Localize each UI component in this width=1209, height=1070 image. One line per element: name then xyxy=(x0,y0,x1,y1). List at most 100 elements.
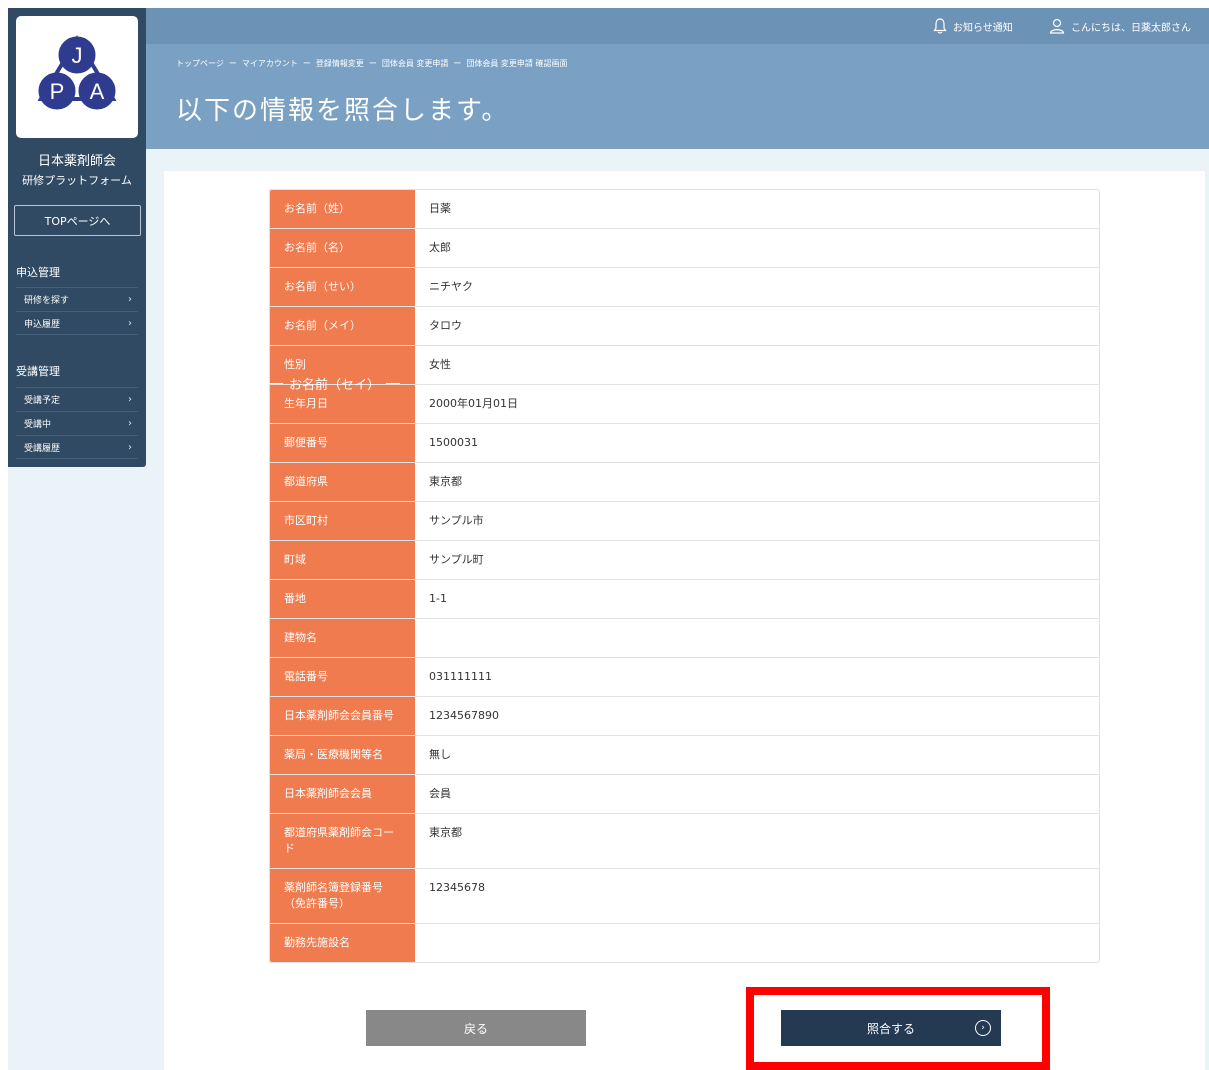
row-label: お名前（姓） xyxy=(270,190,415,228)
verify-button-label: 照合する xyxy=(866,1021,915,1036)
breadcrumb-separator: ー xyxy=(302,59,311,68)
sidebar-item-label: 受講履歴 xyxy=(24,443,61,454)
row-label: お名前（名） xyxy=(270,229,415,267)
row-value xyxy=(415,619,1099,657)
sidebar-item-label: 受講予定 xyxy=(24,396,61,406)
breadcrumb-group-change[interactable]: 団体会員 変更申請 xyxy=(382,58,449,69)
breadcrumb-my-account[interactable]: マイアカウント xyxy=(242,58,298,69)
row-value: サンプル町 xyxy=(429,553,484,566)
row-label: 都道府県薬剤師会コード xyxy=(270,814,415,868)
row-label: 市区町村 xyxy=(270,502,415,540)
logo-letter-j: J xyxy=(72,43,83,68)
user-menu[interactable]: こんにちは、日薬太郎さん xyxy=(1049,18,1191,34)
row-label: 建物名 xyxy=(270,619,415,657)
page-title: 以下の情報を照合します。 xyxy=(176,96,510,126)
row-value xyxy=(415,924,1099,962)
row-value: 女性 xyxy=(429,358,451,371)
row-value: 12345678 xyxy=(429,881,485,894)
row-value: 2000年01月01日 xyxy=(429,397,518,410)
table-row: 番地 1-1 xyxy=(270,580,1099,619)
row-value: 031111111 xyxy=(429,670,492,683)
table-row: 薬剤師名簿登録番号（免許番号） 12345678 xyxy=(270,869,1099,924)
breadcrumb-separator: ー xyxy=(453,59,462,68)
row-value: 会員 xyxy=(429,787,451,800)
sidebar-item-search-training[interactable]: 研修を探す › xyxy=(16,287,138,311)
row-value: タロウ xyxy=(429,319,462,332)
notification-link[interactable]: お知らせ通知 xyxy=(933,18,1013,34)
logo-letter-a: A xyxy=(90,79,105,104)
breadcrumb-current: 団体会員 変更申請 確認画面 xyxy=(466,59,568,68)
table-row: 市区町村 サンプル市 xyxy=(270,502,1099,541)
row-label: 郵便番号 xyxy=(270,424,415,462)
row-label: 勤務先施設名 xyxy=(270,924,415,962)
table-row: 郵便番号 1500031 xyxy=(270,424,1099,463)
jpa-logo-icon: J P A xyxy=(35,33,119,113)
row-value: 太郎 xyxy=(429,241,451,254)
back-button[interactable]: 戻る xyxy=(366,1010,586,1046)
table-row: お名前（姓） 日薬 xyxy=(270,190,1099,229)
user-icon xyxy=(1049,18,1065,34)
table-row: 電話番号 031111111 xyxy=(270,658,1099,697)
page-background: J P A 日本薬剤師会 研修プラットフォーム TOPページへ 申込管理 研修を… xyxy=(8,8,1209,1070)
row-value: 東京都 xyxy=(429,826,462,839)
chevron-right-icon: › xyxy=(128,394,132,405)
table-row: 都道府県 東京都 xyxy=(270,463,1099,502)
sidebar-item-in-progress[interactable]: 受講中 › xyxy=(16,411,138,435)
row-value: 日薬 xyxy=(429,202,451,215)
verify-button[interactable]: 照合する › xyxy=(781,1010,1001,1046)
sidebar-item-application-history[interactable]: 申込履歴 › xyxy=(16,311,138,335)
greeting-label: こんにちは、日薬太郎さん xyxy=(1071,22,1191,34)
platform-name: 研修プラットフォーム xyxy=(22,174,132,187)
bell-icon xyxy=(933,18,947,34)
row-label: 日本薬剤師会会員番号 xyxy=(270,697,415,735)
sidebar-item-label: 申込履歴 xyxy=(24,319,61,330)
section-title-application: 申込管理 xyxy=(16,266,60,279)
chevron-right-icon: › xyxy=(128,317,132,329)
breadcrumb-registration-change[interactable]: 登録情報変更 xyxy=(316,58,364,69)
table-row: 建物名 xyxy=(270,619,1099,658)
row-value: 東京都 xyxy=(429,475,462,488)
row-label: 薬剤師名簿登録番号（免許番号） xyxy=(270,869,415,923)
org-name: 日本薬剤師会 xyxy=(37,154,116,169)
sidebar-item-attendance-history[interactable]: 受講履歴 › xyxy=(16,435,138,459)
top-page-button[interactable]: TOPページへ xyxy=(14,205,141,236)
table-row: 日本薬剤師会会員番号 1234567890 xyxy=(270,697,1099,736)
breadcrumb-top[interactable]: トップページ xyxy=(176,58,224,69)
arrow-circle-icon: › xyxy=(975,1020,991,1036)
row-value: ニチヤク xyxy=(429,280,473,293)
row-value: 1500031 xyxy=(429,436,478,449)
row-label: お名前（せい） xyxy=(270,268,415,306)
chevron-right-icon: › xyxy=(128,294,132,305)
chevron-right-icon: › xyxy=(128,418,132,429)
logo[interactable]: J P A xyxy=(16,16,138,138)
row-label: お名前（メイ） xyxy=(270,307,415,345)
row-value: 1-1 xyxy=(429,592,447,605)
chevron-right-icon: › xyxy=(128,441,132,453)
table-row: お名前（せい） ニチヤク xyxy=(270,268,1099,307)
sidebar-item-scheduled[interactable]: 受講予定 › xyxy=(16,387,138,411)
sidebar-item-label: 研修を探す xyxy=(24,296,70,306)
table-row: 日本薬剤師会会員 会員 xyxy=(270,775,1099,814)
row-label: 日本薬剤師会会員 xyxy=(270,775,415,813)
overlay-line-right xyxy=(386,383,401,384)
row-label: 電話番号 xyxy=(270,658,415,696)
row-value: 1234567890 xyxy=(429,709,499,722)
header-topbar: お知らせ通知 こんにちは、日薬太郎さん xyxy=(146,8,1209,44)
notification-label: お知らせ通知 xyxy=(953,22,1013,34)
row-label: 薬局・医療機関等名 xyxy=(270,736,415,774)
main-content: お名前（姓） 日薬 お名前（名） 太郎 お名前（せい） ニチヤク お名前（メイ） タロウ 性別女… xyxy=(164,171,1205,1070)
sidebar-item-label: 受講中 xyxy=(24,420,52,430)
table-row: 町域 サンプル町 xyxy=(270,541,1099,580)
row-value: サンプル市 xyxy=(429,514,484,527)
overlay-line-left xyxy=(269,383,283,384)
sidebar: J P A 日本薬剤師会 研修プラットフォーム TOPページへ 申込管理 研修を… xyxy=(8,8,146,467)
table-row: お名前（メイ） タロウ xyxy=(270,307,1099,346)
overlay-label: お名前（セイ） xyxy=(269,374,401,393)
overlay-label-text: お名前（セイ） xyxy=(289,378,381,393)
logo-letter-p: P xyxy=(50,79,65,104)
row-value: 無し xyxy=(429,748,451,761)
breadcrumb-separator: ー xyxy=(368,59,377,68)
breadcrumb-separator: ー xyxy=(228,59,237,68)
breadcrumb: トップページ ー マイアカウント ー 登録情報変更 ー 団体会員 変更申請 ー … xyxy=(176,58,567,69)
table-row: 都道府県薬剤師会コード 東京都 xyxy=(270,814,1099,869)
